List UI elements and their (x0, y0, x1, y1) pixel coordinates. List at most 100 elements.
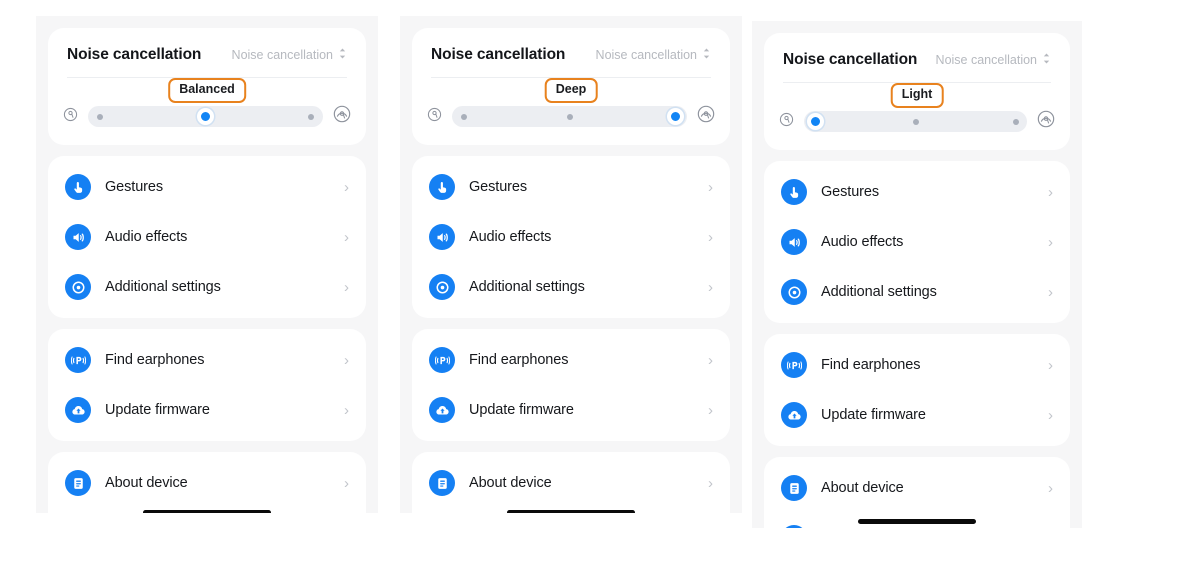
chevron-right-icon: › (708, 351, 713, 369)
home-indicator (858, 519, 976, 524)
selected-level-callout: Light (890, 83, 944, 108)
noise-cancellation-high-icon[interactable] (696, 104, 716, 129)
slider-thumb[interactable] (806, 113, 824, 130)
menu-group: Find earphones › Update firmware › (764, 334, 1070, 446)
slider-tick-deep[interactable] (1012, 118, 1019, 125)
settings-gear-icon (781, 279, 807, 305)
slider-tick-deep[interactable] (308, 113, 315, 120)
noise-cancellation-card: Noise cancellation Noise cancellation Deep (412, 28, 730, 145)
paper-plane-icon (781, 525, 807, 528)
hand-tap-icon (781, 179, 807, 205)
list-item-label: Audio effects (821, 234, 904, 250)
chevron-up-down-icon (1042, 52, 1051, 68)
speaker-icon (429, 224, 455, 250)
slider-tick-light[interactable] (96, 113, 103, 120)
list-item-label: About device (469, 475, 552, 491)
list-item-label: Audio effects (469, 229, 552, 245)
slider-tick-light[interactable] (460, 113, 467, 120)
list-item-find-earphones[interactable]: Find earphones › (412, 335, 730, 385)
list-item-gestures[interactable]: Gestures › (412, 162, 730, 212)
chevron-right-icon: › (344, 351, 349, 369)
list-item-additional-settings[interactable]: Additional settings › (412, 262, 730, 312)
noise-cancellation-slider[interactable]: Balanced (48, 78, 366, 145)
list-item-additional-settings[interactable]: Additional settings › (764, 267, 1070, 317)
slider-row (426, 104, 716, 129)
page-title: Noise cancellation (783, 51, 918, 68)
noise-cancellation-mode-selector[interactable]: Noise cancellation (232, 47, 347, 63)
chevron-right-icon: › (1048, 283, 1053, 301)
list-item-about-device[interactable]: About device › (48, 458, 366, 508)
list-item-gestures[interactable]: Gestures › (764, 167, 1070, 217)
list-item-about-device[interactable]: About device › (412, 458, 730, 508)
noise-cancellation-header: Noise cancellation Noise cancellation (764, 33, 1070, 82)
list-item-update-firmware[interactable]: Update firmware › (412, 385, 730, 435)
menu-group: Gestures › Audio effects › Additional settin… (764, 161, 1070, 323)
noise-cancellation-high-icon[interactable] (1036, 109, 1056, 134)
slider-track[interactable] (804, 111, 1027, 132)
cloud-upload-icon (65, 397, 91, 423)
page-title: Noise cancellation (67, 46, 202, 63)
slider-thumb[interactable] (197, 108, 214, 125)
chevron-up-down-icon (338, 47, 347, 63)
noise-cancellation-low-icon[interactable] (778, 111, 795, 133)
menu-group: Gestures › Audio effects › Additional settin… (48, 156, 366, 318)
list-item-audio-effects[interactable]: Audio effects › (764, 217, 1070, 267)
noise-cancellation-slider[interactable]: Deep (412, 78, 730, 145)
chevron-right-icon: › (1048, 406, 1053, 424)
list-item-gestures[interactable]: Gestures › (48, 162, 366, 212)
settings-gear-icon (429, 274, 455, 300)
hand-tap-icon (65, 174, 91, 200)
menu-group: About device›FAQ› (764, 457, 1070, 528)
list-item-label: About device (821, 480, 904, 496)
chevron-right-icon: › (344, 278, 349, 296)
list-item-label: Update firmware (821, 407, 926, 423)
home-indicator (143, 510, 271, 513)
list-item-label: Additional settings (821, 284, 937, 300)
noise-cancellation-mode-selector[interactable]: Noise cancellation (936, 52, 1051, 68)
noise-cancellation-card: Noise cancellation Noise cancellation Bala… (48, 28, 366, 145)
noise-cancellation-mode-selector[interactable]: Noise cancellation (596, 47, 711, 63)
chevron-right-icon: › (344, 401, 349, 419)
list-item-label: Find earphones (469, 352, 569, 368)
list-item-label: Audio effects (105, 229, 188, 245)
list-item-find-earphones[interactable]: Find earphones › (48, 335, 366, 385)
list-item-label: Gestures (105, 179, 164, 195)
list-item-label: Additional settings (105, 279, 221, 295)
chevron-right-icon: › (344, 178, 349, 196)
selected-level-callout: Balanced (168, 78, 246, 103)
document-info-icon (65, 470, 91, 496)
chevron-right-icon: › (708, 278, 713, 296)
noise-cancellation-low-icon[interactable] (426, 106, 443, 128)
noise-cancellation-low-icon[interactable] (62, 106, 79, 128)
speaker-icon (65, 224, 91, 250)
chevron-right-icon: › (708, 474, 713, 492)
list-item-audio-effects[interactable]: Audio effects › (48, 212, 366, 262)
slider-tick-balanced[interactable] (566, 113, 573, 120)
screenshot-stage: Noise cancellation Noise cancellation Bala… (0, 0, 1200, 571)
slider-track[interactable] (452, 106, 687, 127)
list-item-additional-settings[interactable]: Additional settings › (48, 262, 366, 312)
slider-thumb[interactable] (666, 108, 684, 125)
menu-group: About device›FAQ› (412, 452, 730, 513)
mode-selector-label: Noise cancellation (231, 48, 333, 62)
noise-cancellation-card: Noise cancellation Noise cancellation Ligh… (764, 33, 1070, 150)
chevron-right-icon: › (708, 228, 713, 246)
chevron-right-icon: › (1048, 479, 1053, 497)
list-item-update-firmware[interactable]: Update firmware › (764, 390, 1070, 440)
list-item-audio-effects[interactable]: Audio effects › (412, 212, 730, 262)
settings-gear-icon (65, 274, 91, 300)
document-info-icon (781, 475, 807, 501)
slider-tick-balanced[interactable] (912, 118, 919, 125)
list-item-label: Find earphones (105, 352, 205, 368)
noise-cancellation-slider[interactable]: Light (764, 83, 1070, 150)
slider-track[interactable] (88, 106, 323, 127)
list-item-label: About device (105, 475, 188, 491)
chevron-right-icon: › (1048, 356, 1053, 374)
list-item-about-device[interactable]: About device › (764, 463, 1070, 513)
list-item-find-earphones[interactable]: Find earphones › (764, 340, 1070, 390)
list-item-update-firmware[interactable]: Update firmware › (48, 385, 366, 435)
hand-tap-icon (429, 174, 455, 200)
list-item-label: Gestures (821, 184, 880, 200)
list-item-label: Additional settings (469, 279, 585, 295)
noise-cancellation-high-icon[interactable] (332, 104, 352, 129)
